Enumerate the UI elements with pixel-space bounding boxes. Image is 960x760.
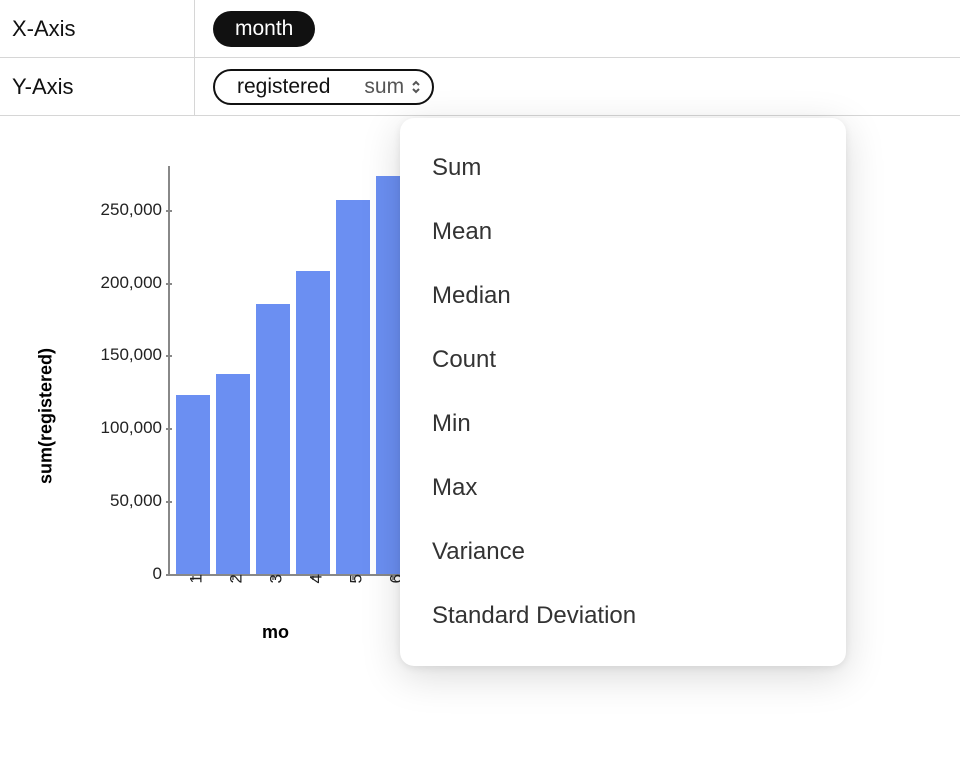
yaxis-field-pill[interactable]: registered sum (213, 69, 434, 105)
xaxis-label: X-Axis (12, 16, 194, 42)
y-tick: 200,000 (101, 273, 170, 293)
aggregate-dropdown[interactable]: SumMeanMedianCountMinMaxVarianceStandard… (400, 118, 846, 666)
aggregate-value: sum (364, 75, 404, 99)
aggregate-option[interactable]: Min (400, 392, 846, 456)
bar (336, 200, 370, 574)
aggregate-option[interactable]: Count (400, 328, 846, 392)
y-tick: 150,000 (101, 345, 170, 365)
bar (296, 271, 330, 574)
chevron-updown-icon (410, 79, 422, 95)
aggregate-option[interactable]: Max (400, 456, 846, 520)
aggregate-option[interactable]: Variance (400, 520, 846, 584)
xaxis-field-pill[interactable]: month (213, 11, 315, 47)
aggregate-option[interactable]: Sum (400, 136, 846, 200)
bar (176, 395, 210, 574)
y-tick: 0 (153, 564, 170, 584)
aggregate-option[interactable]: Standard Deviation (400, 584, 846, 648)
x-tick: 4 (300, 574, 326, 583)
x-tick: 5 (340, 574, 366, 583)
y-tick: 250,000 (101, 200, 170, 220)
x-tick: 2 (220, 574, 246, 583)
y-axis-title: sum(registered) (36, 348, 57, 484)
yaxis-value-cell: registered sum (194, 58, 960, 115)
xaxis-row: X-Axis month (0, 0, 960, 58)
aggregate-option[interactable]: Median (400, 264, 846, 328)
bar (256, 304, 290, 574)
x-tick: 1 (180, 574, 206, 583)
yaxis-row: Y-Axis registered sum (0, 58, 960, 116)
x-axis-title: mo (262, 622, 289, 643)
aggregate-option[interactable]: Mean (400, 200, 846, 264)
bar (216, 374, 250, 574)
y-tick: 100,000 (101, 418, 170, 438)
yaxis-label: Y-Axis (12, 74, 194, 100)
xaxis-value-cell: month (194, 0, 960, 57)
y-tick: 50,000 (110, 491, 170, 511)
x-tick: 3 (260, 574, 286, 583)
aggregate-selector[interactable]: sum (364, 75, 422, 99)
yaxis-field-name: registered (237, 75, 330, 99)
